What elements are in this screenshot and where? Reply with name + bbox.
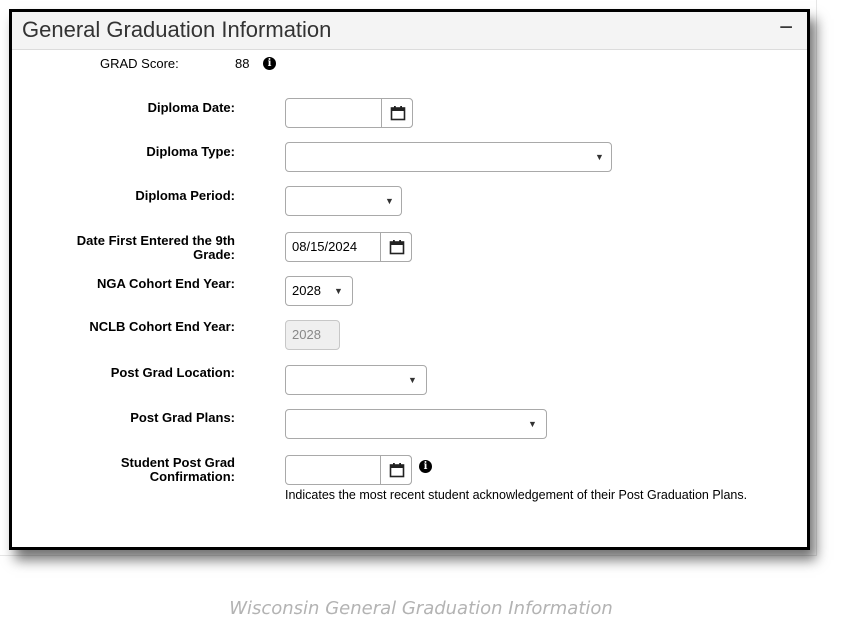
- grad-score-value: 88: [235, 56, 250, 71]
- nclb-cohort-label: NCLB Cohort End Year:: [89, 319, 235, 334]
- figure-caption: Wisconsin General Graduation Information: [229, 598, 613, 619]
- post-grad-plans-label: Post Grad Plans:: [130, 410, 235, 425]
- post-grad-location-select[interactable]: ▼: [285, 365, 427, 395]
- student-confirmation-input[interactable]: [285, 455, 412, 485]
- side-strip: [816, 0, 842, 556]
- first-entered-9th-label-line2: Grade:: [193, 247, 235, 262]
- chevron-down-icon: ▼: [595, 152, 604, 162]
- nclb-cohort-value: 2028: [292, 327, 321, 342]
- info-icon[interactable]: i: [263, 57, 276, 70]
- post-grad-location-label: Post Grad Location:: [110, 365, 235, 380]
- chevron-down-icon: ▼: [408, 375, 417, 385]
- nga-cohort-value: 2028: [292, 283, 321, 298]
- panel-title: General Graduation Information: [22, 17, 332, 42]
- calendar-icon[interactable]: [380, 232, 412, 262]
- collapse-button[interactable]: −: [779, 16, 793, 40]
- diploma-type-select[interactable]: ▼: [285, 142, 612, 172]
- chevron-down-icon: ▼: [528, 419, 537, 429]
- first-entered-9th-label-line1: Date First Entered the 9th: [76, 233, 235, 248]
- student-confirmation-label-line2: Confirmation:: [149, 469, 235, 484]
- student-confirmation-helper: Indicates the most recent student acknow…: [285, 488, 748, 502]
- chevron-down-icon: ▼: [334, 286, 343, 296]
- nga-cohort-label: NGA Cohort End Year:: [97, 276, 235, 291]
- student-confirmation-label: Student Post Grad Confirmation:: [5, 456, 235, 484]
- first-entered-9th-value: 08/15/2024: [292, 239, 358, 254]
- diploma-type-label: Diploma Type:: [146, 144, 235, 159]
- nga-cohort-select[interactable]: 2028 ▼: [285, 276, 353, 306]
- diploma-date-input[interactable]: [285, 98, 413, 128]
- panel-header[interactable]: General Graduation Information −: [12, 12, 807, 50]
- student-confirmation-label-line1: Student Post Grad: [120, 455, 235, 470]
- chevron-down-icon: ▼: [385, 196, 394, 206]
- grad-score-label: GRAD Score:: [100, 56, 179, 71]
- calendar-icon[interactable]: [381, 98, 413, 128]
- first-entered-9th-label: Date First Entered the 9th Grade:: [5, 234, 235, 262]
- diploma-period-label: Diploma Period:: [135, 188, 235, 203]
- first-entered-9th-input[interactable]: 08/15/2024: [285, 232, 412, 262]
- post-grad-plans-select[interactable]: ▼: [285, 409, 547, 439]
- info-icon[interactable]: i: [419, 460, 432, 473]
- diploma-date-label: Diploma Date:: [147, 100, 235, 115]
- calendar-icon[interactable]: [380, 455, 412, 485]
- diploma-period-select[interactable]: ▼: [285, 186, 402, 216]
- nclb-cohort-input: 2028: [285, 320, 340, 350]
